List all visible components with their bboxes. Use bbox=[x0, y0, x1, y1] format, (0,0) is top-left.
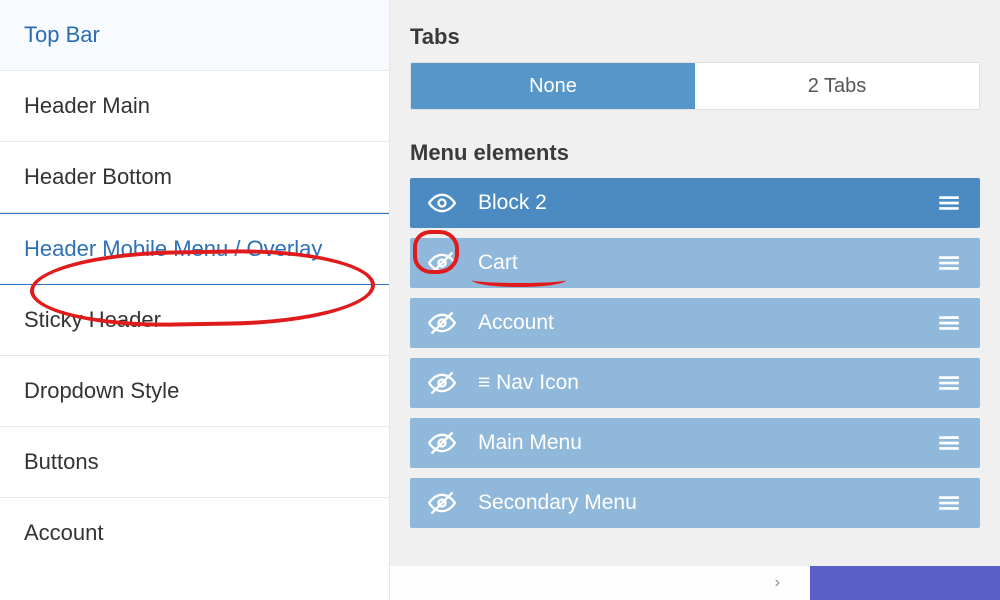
tab-label: 2 Tabs bbox=[808, 75, 867, 98]
bottom-bar: › bbox=[390, 566, 1000, 600]
sidebar-item-dropdown-style[interactable]: Dropdown Style bbox=[0, 356, 389, 427]
sidebar: Top Bar Header Main Header Bottom Header… bbox=[0, 0, 390, 600]
sidebar-item-label: Sticky Header bbox=[24, 307, 161, 332]
sidebar-item-account[interactable]: Account bbox=[0, 498, 389, 568]
drag-handle-icon[interactable] bbox=[936, 190, 962, 216]
tab-label: None bbox=[529, 75, 577, 98]
drag-handle-icon[interactable] bbox=[936, 370, 962, 396]
element-row-cart[interactable]: Cart bbox=[410, 238, 980, 288]
sidebar-item-label: Top Bar bbox=[24, 22, 100, 47]
eye-hidden-icon[interactable] bbox=[428, 489, 456, 517]
sidebar-item-label: Header Bottom bbox=[24, 164, 172, 189]
element-row-account[interactable]: Account bbox=[410, 298, 980, 348]
element-label: Cart bbox=[478, 251, 936, 275]
sidebar-item-top-bar[interactable]: Top Bar bbox=[0, 0, 389, 71]
sidebar-item-label: Buttons bbox=[24, 449, 99, 474]
drag-handle-icon[interactable] bbox=[936, 250, 962, 276]
eye-hidden-icon[interactable] bbox=[428, 429, 456, 457]
element-label: Secondary Menu bbox=[478, 491, 936, 515]
sidebar-item-header-bottom[interactable]: Header Bottom bbox=[0, 142, 389, 213]
element-row-secondary-menu[interactable]: Secondary Menu bbox=[410, 478, 980, 528]
element-row-block-2[interactable]: Block 2 bbox=[410, 178, 980, 228]
eye-hidden-icon[interactable] bbox=[428, 369, 456, 397]
menu-elements-list: Block 2 Cart Account bbox=[410, 178, 980, 600]
eye-hidden-icon[interactable] bbox=[428, 249, 456, 277]
element-label: Main Menu bbox=[478, 431, 936, 455]
drag-handle-icon[interactable] bbox=[936, 430, 962, 456]
customizer-app: Top Bar Header Main Header Bottom Header… bbox=[0, 0, 1000, 600]
menu-elements-heading: Menu elements bbox=[410, 140, 980, 166]
sidebar-item-label: Header Mobile Menu / Overlay bbox=[24, 236, 322, 261]
eye-visible-icon[interactable] bbox=[428, 189, 456, 217]
element-label: ≡ Nav Icon bbox=[478, 371, 936, 395]
sidebar-item-header-mobile-menu[interactable]: Header Mobile Menu / Overlay bbox=[0, 213, 389, 285]
tab-2tabs[interactable]: 2 Tabs bbox=[695, 63, 979, 109]
settings-pane: Tabs None 2 Tabs Menu elements Block 2 C… bbox=[390, 0, 1000, 600]
sidebar-item-buttons[interactable]: Buttons bbox=[0, 427, 389, 498]
tabs-selector: None 2 Tabs bbox=[410, 62, 980, 110]
bottom-publish-area[interactable] bbox=[810, 566, 1000, 600]
tab-none[interactable]: None bbox=[411, 63, 695, 109]
sidebar-item-label: Dropdown Style bbox=[24, 378, 179, 403]
bottom-nav[interactable]: › bbox=[390, 566, 810, 600]
drag-handle-icon[interactable] bbox=[936, 310, 962, 336]
sidebar-item-header-main[interactable]: Header Main bbox=[0, 71, 389, 142]
chevron-right-icon: › bbox=[775, 574, 780, 592]
sidebar-item-label: Account bbox=[24, 520, 104, 545]
element-row-main-menu[interactable]: Main Menu bbox=[410, 418, 980, 468]
drag-handle-icon[interactable] bbox=[936, 490, 962, 516]
eye-hidden-icon[interactable] bbox=[428, 309, 456, 337]
tabs-heading: Tabs bbox=[410, 24, 980, 50]
sidebar-item-sticky-header[interactable]: Sticky Header bbox=[0, 285, 389, 356]
element-label: Block 2 bbox=[478, 191, 936, 215]
sidebar-item-label: Header Main bbox=[24, 93, 150, 118]
element-label: Account bbox=[478, 311, 936, 335]
element-row-nav-icon[interactable]: ≡ Nav Icon bbox=[410, 358, 980, 408]
